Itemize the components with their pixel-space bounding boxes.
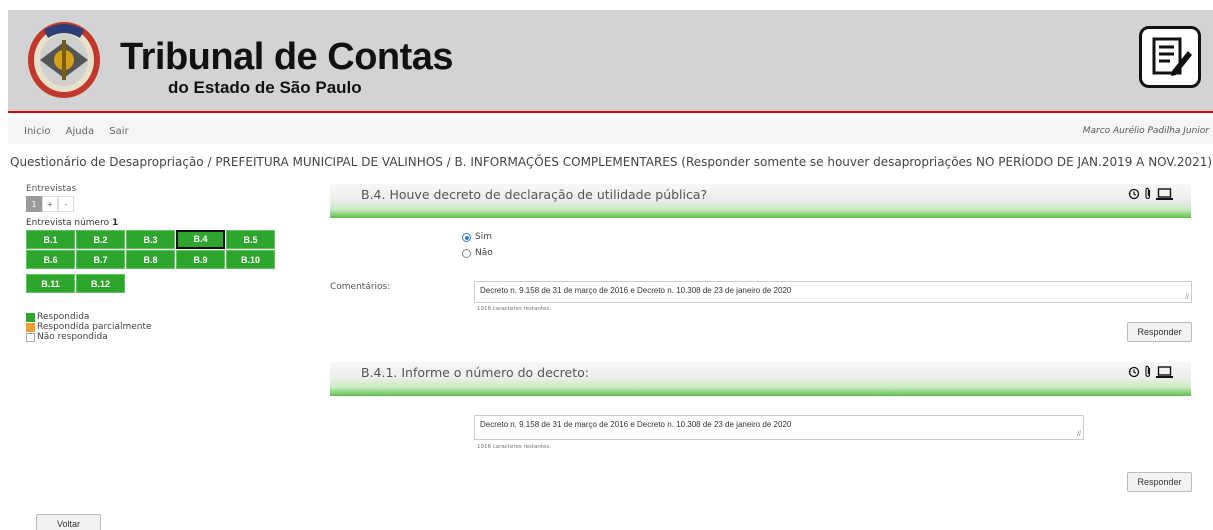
respond-button[interactable]: Responder [1127, 472, 1192, 492]
status-legend: Respondida Respondida parcialmente Não r… [26, 312, 152, 342]
interview-number: Entrevista número 1 [26, 218, 118, 228]
comment-textarea[interactable]: Decreto n. 9.158 de 31 de março de 2016 … [474, 281, 1192, 303]
nav-link-sair[interactable]: Sair [109, 126, 128, 137]
interview-prefix: Entrevista número [26, 218, 110, 228]
breadcrumb: Questionário de Desapropriação / PREFEIT… [10, 155, 1213, 169]
interview-page-1[interactable]: 1 [26, 196, 42, 212]
interview-pager: 1 + - [26, 196, 74, 212]
nav-link-ajuda[interactable]: Ajuda [66, 126, 94, 137]
laptop-icon[interactable] [1156, 365, 1173, 378]
brand-title: Tribunal de Contas [120, 36, 454, 78]
question-cell-b4[interactable]: B.4 [176, 230, 225, 249]
interviews-label: Entrevistas [26, 184, 77, 194]
interview-number-value: 1 [111, 218, 119, 228]
question-cell-b7[interactable]: B.7 [76, 250, 125, 269]
resize-grip[interactable]: // [1185, 294, 1189, 301]
brand-subtitle: do Estado de São Paulo [168, 78, 362, 97]
radio-sim[interactable] [462, 232, 471, 242]
document-edit-icon[interactable] [1139, 26, 1201, 88]
question-cell-b10[interactable]: B.10 [226, 250, 275, 269]
legend-swatch-answered [26, 312, 35, 322]
attachment-icon[interactable] [1144, 365, 1152, 378]
legend-swatch-partial [26, 322, 35, 332]
attachment-icon[interactable] [1144, 187, 1152, 200]
answer-options: Sim Não [462, 229, 493, 261]
remaining-chars: 1916 caracteres restantes. [477, 444, 552, 450]
top-nav: Inicio Ajuda Sair Marco Aurélio Padilha … [8, 118, 1213, 144]
question-header-b4: B.4. Houve decreto de declaração de util… [330, 184, 1191, 218]
option-sim-label: Sim [475, 232, 492, 242]
history-icon[interactable] [1128, 188, 1140, 200]
site-header: Tribunal de Contas do Estado de São Paul… [8, 10, 1213, 113]
question-cell-b9[interactable]: B.9 [176, 250, 225, 269]
respond-button[interactable]: Responder [1127, 322, 1192, 342]
legend-swatch-unanswered [26, 332, 35, 342]
remaining-chars: 1916 caracteres restantes. [477, 306, 552, 312]
user-name: Marco Aurélio Padilha Junior [1082, 126, 1209, 136]
option-sim[interactable]: Sim [462, 229, 493, 245]
question-title: B.4. Houve decreto de declaração de util… [361, 187, 708, 202]
question-cell-b6[interactable]: B.6 [26, 250, 75, 269]
legend-partial: Respondida parcialmente [37, 322, 152, 332]
resize-grip[interactable]: // [1077, 431, 1081, 438]
comment-label: Comentários: [330, 282, 391, 292]
legend-answered: Respondida [37, 312, 90, 322]
question-cell-b12[interactable]: B.12 [76, 274, 125, 293]
nav-link-inicio[interactable]: Inicio [24, 126, 50, 137]
question-title: B.4.1. Informe o número do decreto: [361, 365, 589, 380]
question-cell-b2[interactable]: B.2 [76, 230, 125, 249]
option-nao-label: Não [475, 248, 493, 258]
add-interview-button[interactable]: + [42, 196, 58, 212]
question-cell-b3[interactable]: B.3 [126, 230, 175, 249]
legend-unanswered: Não respondida [37, 332, 108, 342]
question-header-b4-1: B.4.1. Informe o número do decreto: [330, 362, 1191, 396]
question-cell-b8[interactable]: B.8 [126, 250, 175, 269]
answer-value: Decreto n. 9.158 de 31 de março de 2016 … [480, 420, 792, 429]
history-icon[interactable] [1128, 366, 1140, 378]
comment-value: Decreto n. 9.158 de 31 de março de 2016 … [480, 286, 792, 295]
question-cell-b1[interactable]: B.1 [26, 230, 75, 249]
laptop-icon[interactable] [1156, 187, 1173, 200]
back-button[interactable]: Voltar [36, 514, 101, 530]
option-nao[interactable]: Não [462, 245, 493, 261]
answer-textarea[interactable]: Decreto n. 9.158 de 31 de março de 2016 … [474, 415, 1084, 440]
radio-nao[interactable] [462, 248, 471, 258]
question-cell-b5[interactable]: B.5 [226, 230, 275, 249]
tce-seal-logo [24, 16, 104, 102]
question-cell-b11[interactable]: B.11 [26, 274, 75, 293]
remove-interview-button[interactable]: - [58, 196, 74, 212]
